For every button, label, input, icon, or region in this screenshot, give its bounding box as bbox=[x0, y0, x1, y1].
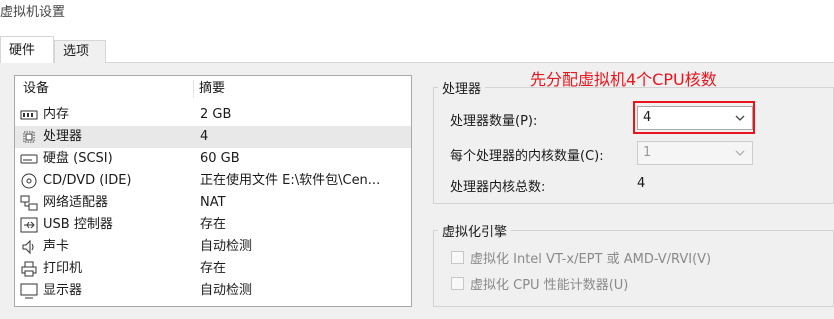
annotation-text: 先分配虚拟机4个CPU核数 bbox=[530, 70, 717, 89]
device-summary: 4 bbox=[200, 129, 209, 144]
virtualization-group-title: 虚拟化引擎 bbox=[438, 221, 512, 240]
virtualize-perf-counters-checkbox[interactable] bbox=[451, 277, 464, 290]
device-row-processor[interactable]: 处理器 4 bbox=[15, 126, 411, 148]
device-name: 显示器 bbox=[43, 283, 83, 298]
device-summary: NAT bbox=[200, 195, 226, 210]
device-row-memory[interactable]: 内存 2 GB bbox=[15, 104, 411, 126]
device-summary: 自动检测 bbox=[200, 283, 253, 298]
sound-card-icon bbox=[22, 239, 34, 255]
device-row-display[interactable]: 显示器 自动检测 bbox=[15, 280, 411, 302]
cores-per-processor-label: 每个处理器的内核数量(C): bbox=[450, 149, 604, 164]
memory-icon bbox=[20, 110, 38, 120]
device-row-cd-dvd[interactable]: CD/DVD (IDE) 正在使用文件 E:\软件包\Cen... bbox=[15, 170, 411, 192]
column-header-summary[interactable]: 摘要 bbox=[199, 76, 225, 102]
device-name: 打印机 bbox=[43, 261, 83, 276]
tab-options[interactable]: 选项 bbox=[54, 40, 106, 63]
total-cores-value: 4 bbox=[637, 176, 646, 191]
device-summary: 存在 bbox=[200, 217, 227, 232]
cores-per-processor-select[interactable]: 1 bbox=[637, 141, 753, 165]
processor-group-title: 处理器 bbox=[438, 78, 486, 97]
column-header-device[interactable]: 设备 bbox=[23, 76, 49, 102]
device-row-network-adapter[interactable]: 网络适配器 NAT bbox=[15, 192, 411, 214]
device-summary: 60 GB bbox=[200, 151, 240, 166]
device-summary: 自动检测 bbox=[200, 239, 253, 254]
total-cores-label: 处理器内核总数: bbox=[450, 180, 546, 195]
device-name: 硬盘 (SCSI) bbox=[43, 151, 113, 166]
device-name: 处理器 bbox=[43, 129, 83, 144]
device-row-printer[interactable]: 打印机 存在 bbox=[15, 258, 411, 280]
device-name: 内存 bbox=[43, 107, 70, 122]
window-title: 虚拟机设置 bbox=[0, 5, 66, 20]
device-name: 网络适配器 bbox=[43, 195, 109, 210]
processor-icon bbox=[23, 131, 35, 143]
device-name: USB 控制器 bbox=[43, 217, 113, 232]
device-name: CD/DVD (IDE) bbox=[43, 173, 132, 188]
device-list-header: 设备 摘要 bbox=[15, 76, 411, 102]
device-list[interactable]: 设备 摘要 内存 2 GB 处理器 4 硬盘 (SCSI) 60 GB CD/D… bbox=[14, 75, 412, 307]
printer-icon bbox=[21, 261, 37, 277]
device-row-sound-card[interactable]: 声卡 自动检测 bbox=[15, 236, 411, 258]
cd-dvd-icon bbox=[21, 173, 37, 189]
chevron-down-icon bbox=[735, 150, 745, 156]
hard-disk-icon bbox=[20, 154, 38, 164]
device-summary: 2 GB bbox=[200, 107, 232, 122]
column-separator bbox=[193, 80, 194, 98]
processor-count-label: 处理器数量(P): bbox=[450, 114, 538, 129]
device-name: 声卡 bbox=[43, 239, 70, 254]
cores-per-processor-value: 1 bbox=[643, 145, 652, 160]
network-adapter-icon bbox=[20, 195, 38, 211]
tab-hardware[interactable]: 硬件 bbox=[0, 36, 54, 63]
virtualize-vtx-checkbox[interactable] bbox=[451, 251, 464, 264]
usb-icon bbox=[20, 217, 38, 233]
red-highlight-box bbox=[633, 101, 755, 134]
device-row-hard-disk[interactable]: 硬盘 (SCSI) 60 GB bbox=[15, 148, 411, 170]
display-icon bbox=[20, 283, 38, 299]
virtualize-perf-counters-label: 虚拟化 CPU 性能计数器(U) bbox=[470, 278, 629, 293]
device-row-usb[interactable]: USB 控制器 存在 bbox=[15, 214, 411, 236]
virtualize-vtx-label: 虚拟化 Intel VT-x/EPT 或 AMD-V/RVI(V) bbox=[470, 252, 712, 267]
device-summary: 存在 bbox=[200, 261, 227, 276]
device-summary: 正在使用文件 E:\软件包\Cen... bbox=[200, 173, 381, 188]
virtualization-group bbox=[433, 230, 834, 307]
